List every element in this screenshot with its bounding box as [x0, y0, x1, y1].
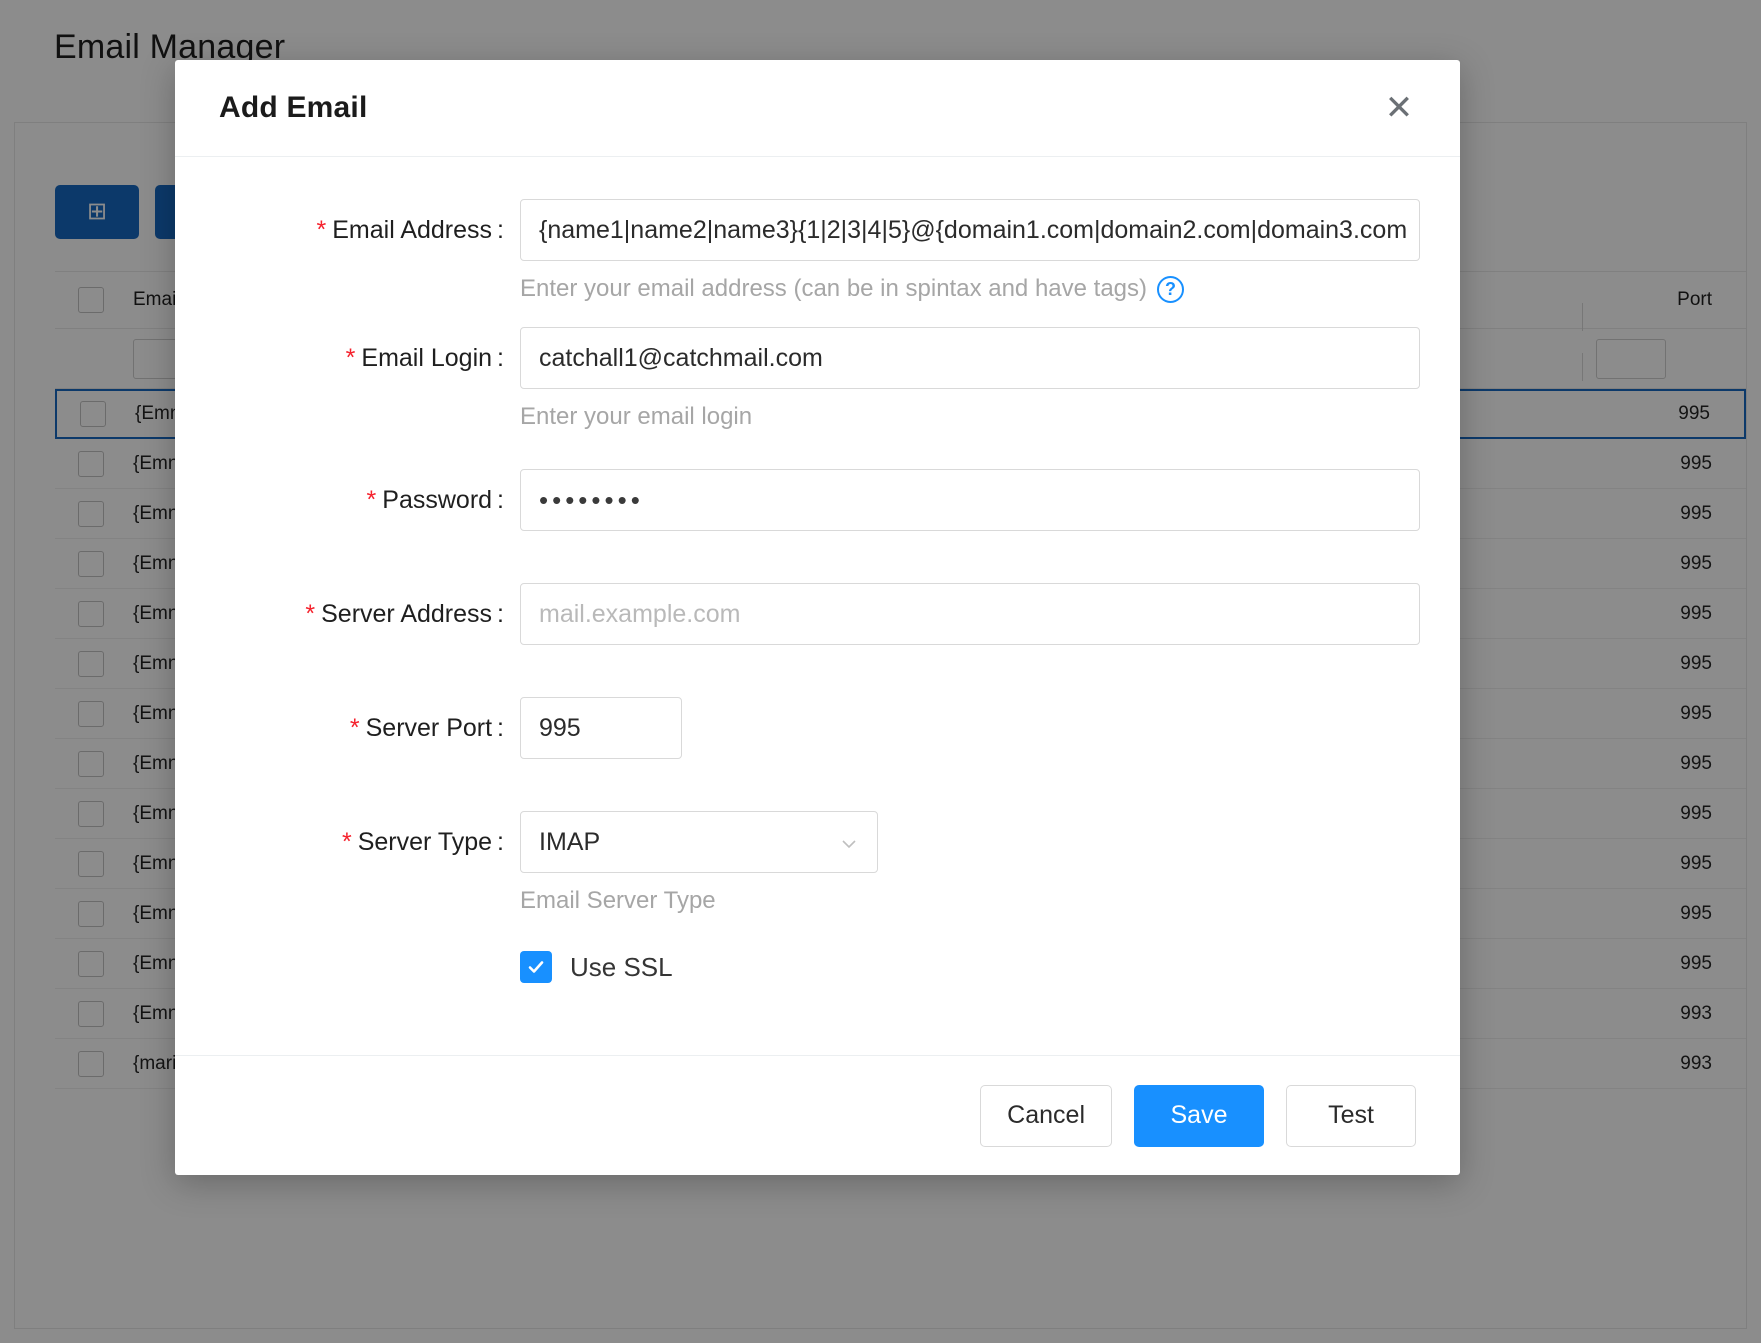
- hint-email-login: Enter your email login: [520, 403, 1460, 431]
- control-server-type: IMAP Email Server Type Use SSL: [520, 811, 1460, 983]
- field-row-email-address: * Email Address : {name1|name2|name3}{1|2…: [175, 199, 1460, 303]
- label-colon: :: [492, 344, 504, 372]
- cancel-button[interactable]: Cancel: [980, 1084, 1112, 1147]
- question-circle-icon[interactable]: ?: [1157, 275, 1185, 303]
- email-login-input[interactable]: catchall1@catchmail.com: [520, 327, 1420, 389]
- server-type-select[interactable]: IMAP: [520, 811, 878, 873]
- required-marker: *: [305, 600, 316, 628]
- field-row-password: * Password : ••••••••: [175, 469, 1460, 531]
- required-marker: *: [341, 828, 352, 856]
- required-marker: *: [349, 714, 360, 742]
- use-ssl-checkbox[interactable]: [520, 951, 552, 983]
- field-row-use-ssl: Use SSL: [520, 951, 1460, 983]
- control-server-address: mail.example.com: [520, 583, 1460, 645]
- dialog-footer: Cancel Save Test: [175, 1055, 1460, 1175]
- label-password: * Password :: [366, 486, 504, 514]
- label-email-address: * Email Address :: [316, 216, 504, 244]
- dialog-body: * Email Address : {name1|name2|name3}{1|2…: [175, 157, 1460, 1055]
- label-colon: :: [492, 216, 504, 244]
- test-button[interactable]: Test: [1286, 1084, 1416, 1147]
- use-ssl-label: Use SSL: [570, 951, 673, 982]
- label-server-address: * Server Address :: [305, 600, 504, 628]
- server-type-selected-value: IMAP: [539, 827, 601, 856]
- label-server-type: * Server Type :: [341, 828, 504, 856]
- label-colon: :: [492, 714, 504, 742]
- chevron-down-icon: [839, 832, 859, 852]
- server-port-input[interactable]: 995: [520, 697, 682, 759]
- label-colon: :: [492, 600, 504, 628]
- control-server-port: 995: [520, 697, 1460, 759]
- label-email-login: * Email Login :: [345, 344, 504, 372]
- hint-server-type: Email Server Type: [520, 887, 1460, 915]
- label-colon: :: [492, 486, 504, 514]
- hint-text: Enter your email address (can be in spin…: [520, 275, 1148, 302]
- add-email-dialog: Add Email ✕ * Email Address : {name1|name…: [175, 60, 1460, 1175]
- close-icon[interactable]: ✕: [1376, 85, 1422, 131]
- dialog-title: Add Email: [219, 91, 368, 124]
- field-row-server-type: * Server Type : IMAP Email Server Type U…: [175, 811, 1460, 983]
- required-marker: *: [345, 344, 356, 372]
- hint-text: Email Server Type: [520, 887, 716, 914]
- control-email-address: {name1|name2|name3}{1|2|3|4|5}@{domain1.…: [520, 199, 1460, 303]
- hint-email-address: Enter your email address (can be in spin…: [520, 275, 1460, 303]
- save-button[interactable]: Save: [1134, 1084, 1264, 1147]
- label-server-port: * Server Port :: [349, 714, 504, 742]
- password-input[interactable]: ••••••••: [520, 469, 1420, 531]
- required-marker: *: [316, 216, 327, 244]
- dialog-header: Add Email ✕: [175, 60, 1460, 157]
- hint-text: Enter your email login: [520, 403, 753, 430]
- control-email-login: catchall1@catchmail.com Enter your email…: [520, 327, 1460, 431]
- server-address-input[interactable]: mail.example.com: [520, 583, 1420, 645]
- control-password: ••••••••: [520, 469, 1460, 531]
- field-row-email-login: * Email Login : catchall1@catchmail.com E…: [175, 327, 1460, 431]
- field-row-server-port: * Server Port : 995: [175, 697, 1460, 759]
- required-marker: *: [366, 486, 377, 514]
- label-colon: :: [492, 828, 504, 856]
- field-row-server-address: * Server Address : mail.example.com: [175, 583, 1460, 645]
- email-address-input[interactable]: {name1|name2|name3}{1|2|3|4|5}@{domain1.…: [520, 199, 1420, 261]
- password-masked-value: ••••••••: [539, 484, 644, 515]
